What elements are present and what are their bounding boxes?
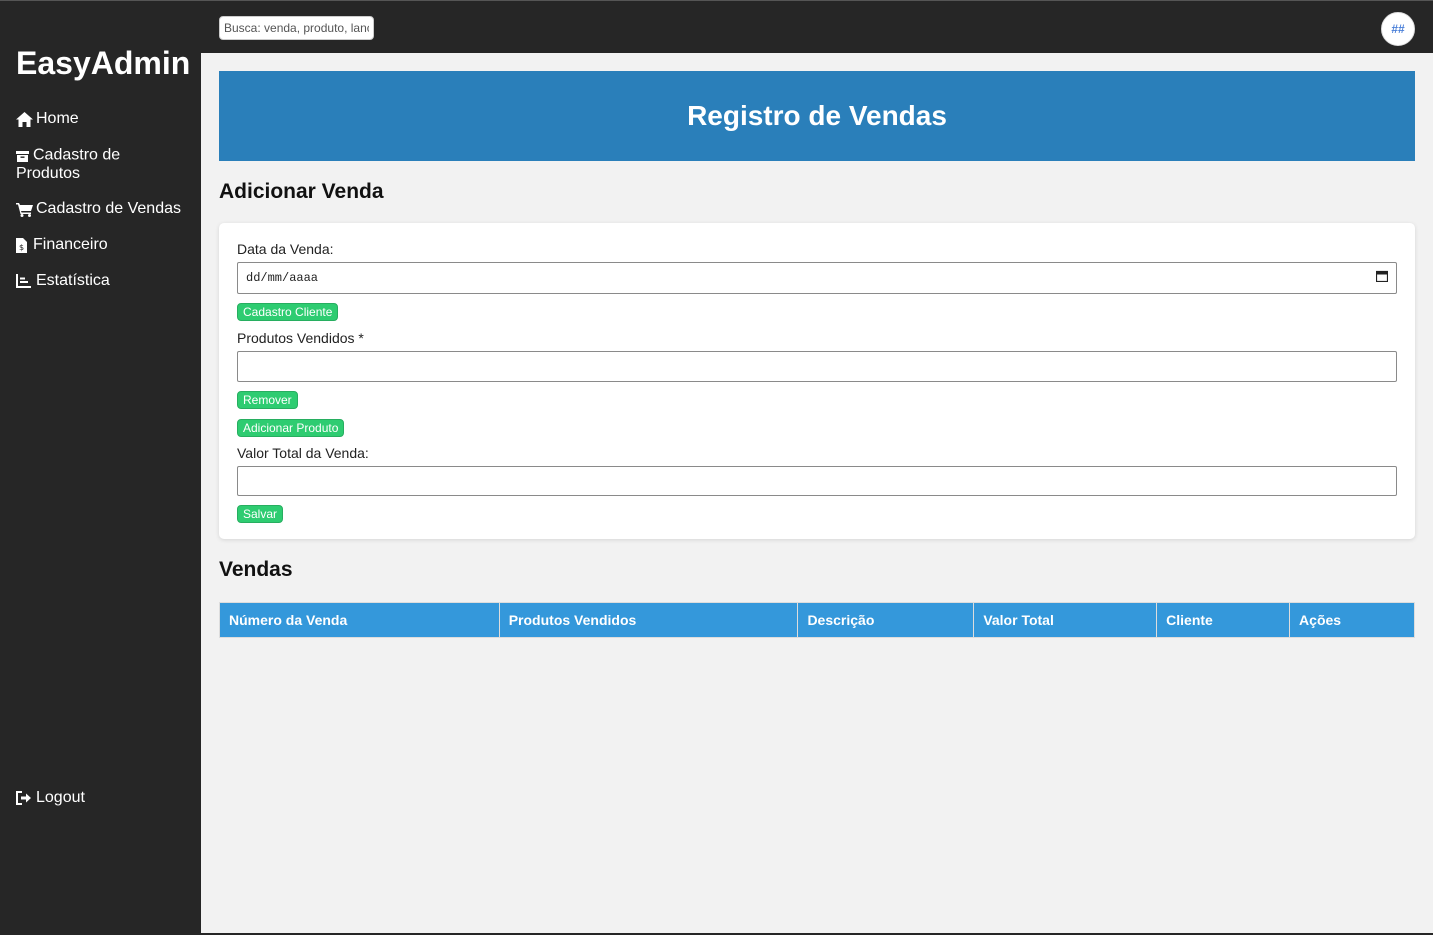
calendar-icon[interactable] — [1375, 270, 1389, 286]
logout-icon — [16, 789, 34, 807]
sidebar-item-label: Cadastro de Vendas — [36, 200, 181, 217]
page-title: Registro de Vendas — [219, 71, 1415, 161]
column-header-client: Cliente — [1156, 602, 1291, 638]
add-product-button[interactable]: Adicionar Produto — [237, 419, 345, 437]
sidebar-item-label: Estatística — [36, 272, 110, 289]
sidebar-item-statistics[interactable]: Estatística — [16, 272, 196, 290]
add-sale-form: Data da Venda: dd/mm/aaaa Cadastro Clien… — [219, 223, 1415, 539]
invoice-icon: $ — [16, 236, 31, 254]
add-sale-heading: Adicionar Venda — [219, 180, 384, 203]
column-header-total: Valor Total — [973, 602, 1158, 638]
logout-label: Logout — [36, 789, 85, 806]
remove-product-button[interactable]: Remover — [237, 391, 298, 409]
total-value-label: Valor Total da Venda: — [237, 445, 369, 461]
column-header-actions: Ações — [1289, 602, 1415, 638]
logout-button[interactable]: Logout — [16, 789, 196, 807]
chart-icon — [16, 272, 34, 290]
brand-logo: EasyAdmin — [16, 45, 191, 81]
save-button[interactable]: Salvar — [237, 505, 284, 523]
box-icon — [16, 146, 32, 164]
sale-date-placeholder: dd/mm/aaaa — [246, 271, 319, 285]
top-bar: ## — [0, 0, 1433, 53]
sidebar-item-finance[interactable]: $ Financeiro — [16, 236, 196, 254]
home-icon — [16, 110, 34, 128]
products-sold-input[interactable] — [237, 351, 1397, 382]
column-header-sale-number: Número da Venda — [219, 602, 500, 638]
sidebar-item-sales[interactable]: Cadastro de Vendas — [16, 200, 196, 218]
sale-date-input[interactable]: dd/mm/aaaa — [237, 262, 1397, 294]
total-value-input[interactable] — [237, 466, 1397, 496]
products-sold-label: Produtos Vendidos * — [237, 330, 364, 346]
search-input[interactable] — [219, 16, 374, 40]
cart-icon — [16, 200, 34, 218]
register-client-button[interactable]: Cadastro Cliente — [237, 303, 339, 321]
sidebar-item-home[interactable]: Home — [16, 110, 196, 128]
sidebar-item-label: Financeiro — [33, 236, 108, 253]
avatar[interactable]: ## — [1381, 12, 1415, 46]
main-content: Registro de Vendas Adicionar Venda Data … — [219, 71, 1415, 638]
sales-table: Número da Venda Produtos Vendidos Descri… — [219, 602, 1415, 638]
sidebar-item-label: Home — [36, 110, 79, 127]
sidebar: EasyAdmin Home Cadastro de Produtos Cada… — [0, 45, 201, 933]
sale-date-label: Data da Venda: — [237, 241, 334, 257]
sales-heading: Vendas — [219, 558, 293, 581]
svg-text:$: $ — [19, 243, 24, 252]
table-header-row: Número da Venda Produtos Vendidos Descri… — [219, 602, 1415, 638]
sidebar-item-label-wrap: Cadastro de Produtos — [16, 146, 166, 183]
sidebar-item-products[interactable]: Cadastro de Produtos — [16, 146, 166, 183]
column-header-products: Produtos Vendidos — [498, 602, 799, 638]
column-header-description: Descrição — [797, 602, 975, 638]
